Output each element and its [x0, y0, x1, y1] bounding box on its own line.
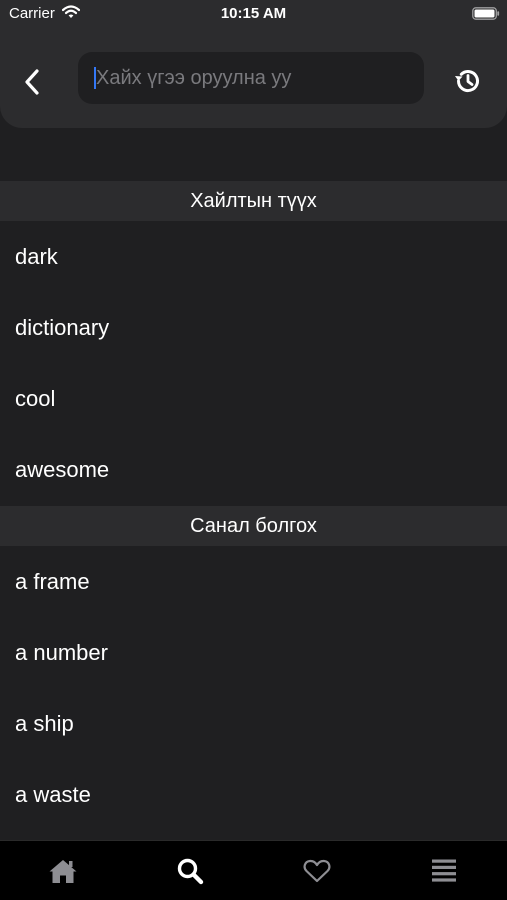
tab-bar — [0, 840, 507, 900]
status-time: 10:15 AM — [220, 5, 287, 22]
home-icon — [49, 860, 77, 883]
history-icon — [455, 70, 479, 93]
suggestion-item[interactable]: a ship — [0, 688, 507, 759]
back-button[interactable] — [14, 62, 50, 102]
screen: Carrier 10:15 AM Хайлтын түүх dark dicti… — [0, 0, 507, 900]
suggestion-item[interactable]: a frame — [0, 546, 507, 617]
tab-search[interactable] — [170, 853, 210, 889]
chevron-left-icon — [25, 69, 39, 95]
battery-icon — [472, 7, 500, 20]
history-section-header: Хайлтын түүх — [0, 181, 507, 221]
suggestion-item[interactable]: a waste — [0, 759, 507, 830]
status-bar: Carrier 10:15 AM — [0, 0, 507, 28]
suggestion-item[interactable]: a number — [0, 617, 507, 688]
history-item[interactable]: awesome — [0, 434, 507, 505]
history-section-title: Хайлтын түүх — [190, 189, 317, 212]
suggestion-section-title: Санал болгох — [190, 514, 317, 537]
history-item[interactable]: dictionary — [0, 292, 507, 363]
tab-menu[interactable] — [424, 853, 464, 889]
tab-favorites[interactable] — [297, 853, 337, 889]
history-item[interactable]: dark — [0, 221, 507, 292]
search-box[interactable] — [78, 52, 424, 104]
history-item[interactable]: cool — [0, 363, 507, 434]
heart-icon — [303, 859, 331, 883]
suggestion-section-header: Санал болгох — [0, 506, 507, 546]
search-icon — [177, 858, 204, 885]
tab-home[interactable] — [43, 853, 83, 889]
search-input[interactable] — [96, 66, 396, 90]
history-button[interactable] — [448, 62, 486, 100]
menu-icon — [432, 859, 456, 882]
